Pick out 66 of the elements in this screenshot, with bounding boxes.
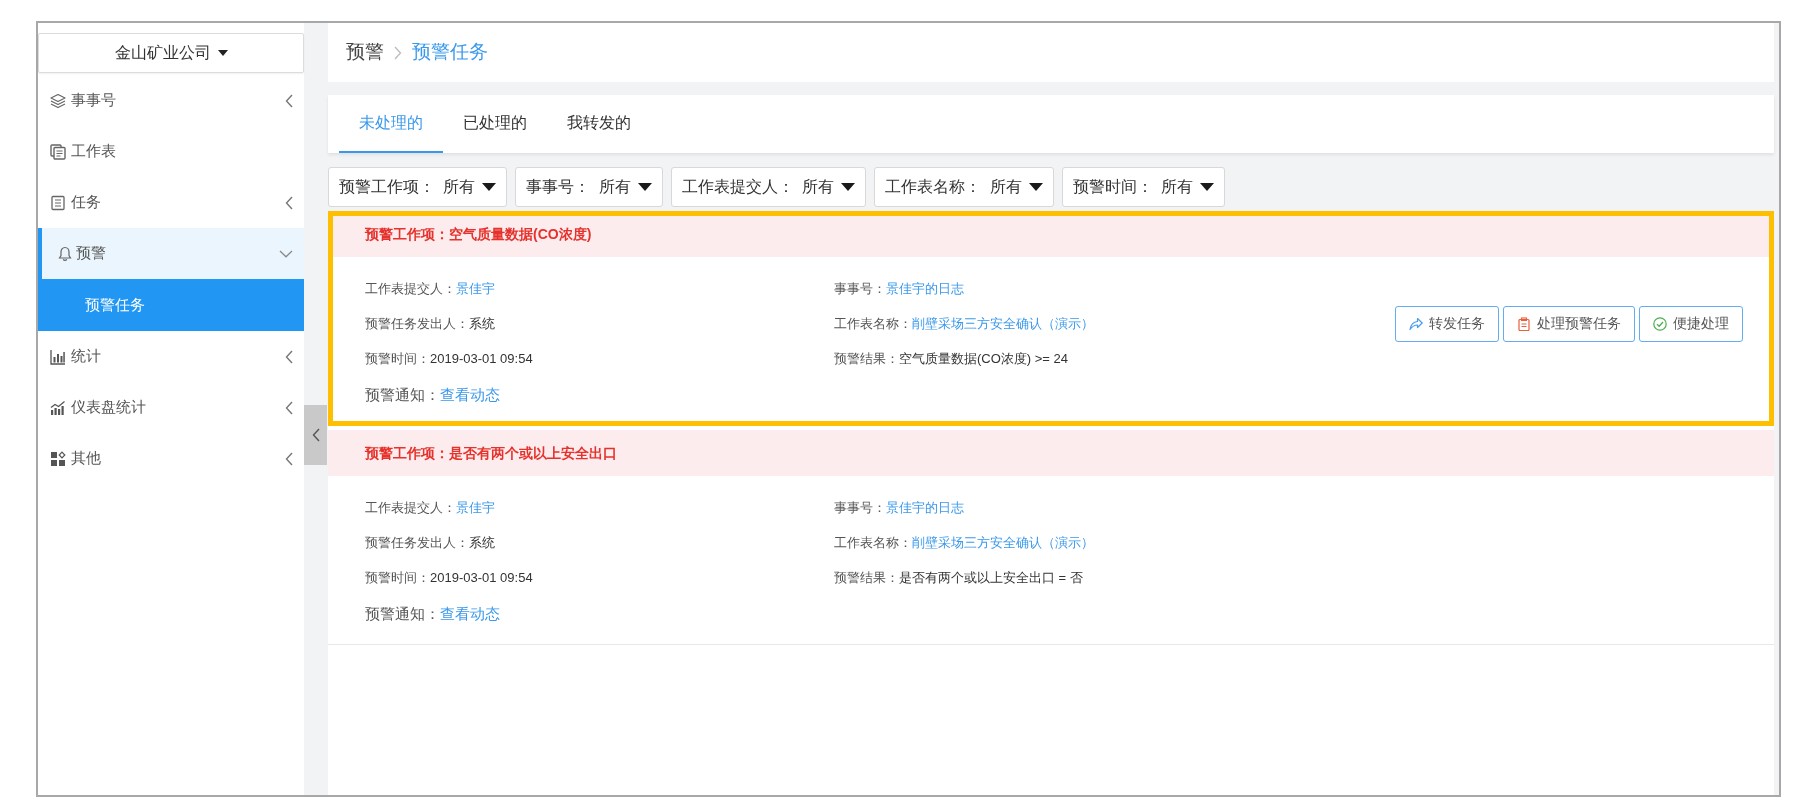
field-label: 预警结果：: [834, 349, 899, 368]
field-value: 2019-03-01 09:54: [430, 568, 533, 587]
field-label: 工作表名称：: [834, 314, 912, 333]
clipboard-icon: [1517, 316, 1531, 331]
document-icon: [50, 143, 66, 160]
filter-dropdown[interactable]: 工作表名称： 所有: [874, 167, 1054, 207]
list-icon: [50, 194, 66, 211]
field-label: 预警任务发出人：: [365, 314, 469, 333]
filter-dropdown[interactable]: 预警工作项： 所有: [328, 167, 508, 207]
chevron-left-icon: [285, 400, 293, 415]
sidebar-item[interactable]: 预警: [38, 228, 304, 279]
action-button[interactable]: 处理预警任务: [1503, 305, 1635, 342]
check-circle-icon: [1653, 316, 1667, 331]
field-label: 预警结果：: [834, 568, 899, 587]
chevron-left-icon: [285, 93, 293, 108]
caret-icon: [1028, 183, 1043, 191]
field-label: 事事号：: [834, 279, 886, 298]
caret-icon: [482, 183, 497, 191]
chevron-right-icon: [394, 45, 402, 60]
caret-icon: [637, 183, 652, 191]
sidebar-item[interactable]: 其他: [38, 433, 304, 484]
field-value: 系统: [469, 533, 495, 552]
share-arrow-icon: [1409, 316, 1423, 331]
field-value: 2019-03-01 09:54: [430, 349, 533, 368]
field-label: 工作表提交人：: [365, 279, 456, 298]
caret-icon: [1200, 183, 1215, 191]
field-label: 工作表提交人：: [365, 498, 456, 517]
layers-icon: [50, 92, 66, 109]
field-label: 工作表名称：: [834, 533, 912, 552]
sidebar-item[interactable]: 任务: [38, 177, 304, 228]
tab[interactable]: 已处理的: [443, 95, 547, 153]
field-label: 预警任务发出人：: [365, 533, 469, 552]
field-value: 系统: [469, 314, 495, 333]
chevron-left-icon: [285, 451, 293, 466]
sidebar-item[interactable]: 统计: [38, 331, 304, 382]
field-label: 预警时间：: [365, 568, 430, 587]
field-label: 预警时间：: [365, 349, 430, 368]
chevron-down-icon: [279, 249, 293, 258]
tab[interactable]: 我转发的: [547, 95, 651, 153]
chevron-left-icon: [311, 428, 320, 442]
filter-dropdown[interactable]: 预警时间： 所有: [1061, 167, 1226, 207]
action-button[interactable]: 转发任务: [1395, 305, 1499, 342]
notice-label: 预警通知：: [365, 384, 440, 405]
sidebar-item[interactable]: 仪表盘统计: [38, 382, 304, 433]
breadcrumb-link[interactable]: 预警: [346, 38, 384, 67]
field-value: 空气质量数据(CO浓度) >= 24: [899, 349, 1069, 368]
trend-chart-icon: [50, 399, 66, 416]
alert-header: 预警工作项：是否有两个或以上安全出口: [328, 430, 1774, 476]
filter-dropdown[interactable]: 工作表提交人： 所有: [670, 167, 867, 207]
caret-icon: [217, 50, 228, 56]
bell-icon: [57, 245, 73, 262]
action-button[interactable]: 便捷处理: [1639, 305, 1743, 342]
notice-label: 预警通知：: [365, 603, 440, 624]
field-label: 事事号：: [834, 498, 886, 517]
company-dropdown[interactable]: 金山矿业公司: [38, 33, 304, 73]
sidebar-item[interactable]: 事事号: [38, 75, 304, 126]
collapse-sidebar-button[interactable]: [304, 405, 327, 465]
breadcrumb-current: 预警任务: [412, 40, 488, 65]
sidebar-item[interactable]: 工作表: [38, 126, 304, 177]
chevron-left-icon: [285, 349, 293, 364]
grid-icon: [50, 450, 66, 467]
filter-dropdown[interactable]: 事事号： 所有: [515, 167, 663, 207]
field-value: 是否有两个或以上安全出口 = 否: [899, 568, 1083, 587]
chevron-left-icon: [285, 195, 293, 210]
bar-chart-icon: [50, 348, 66, 365]
caret-icon: [841, 183, 856, 191]
